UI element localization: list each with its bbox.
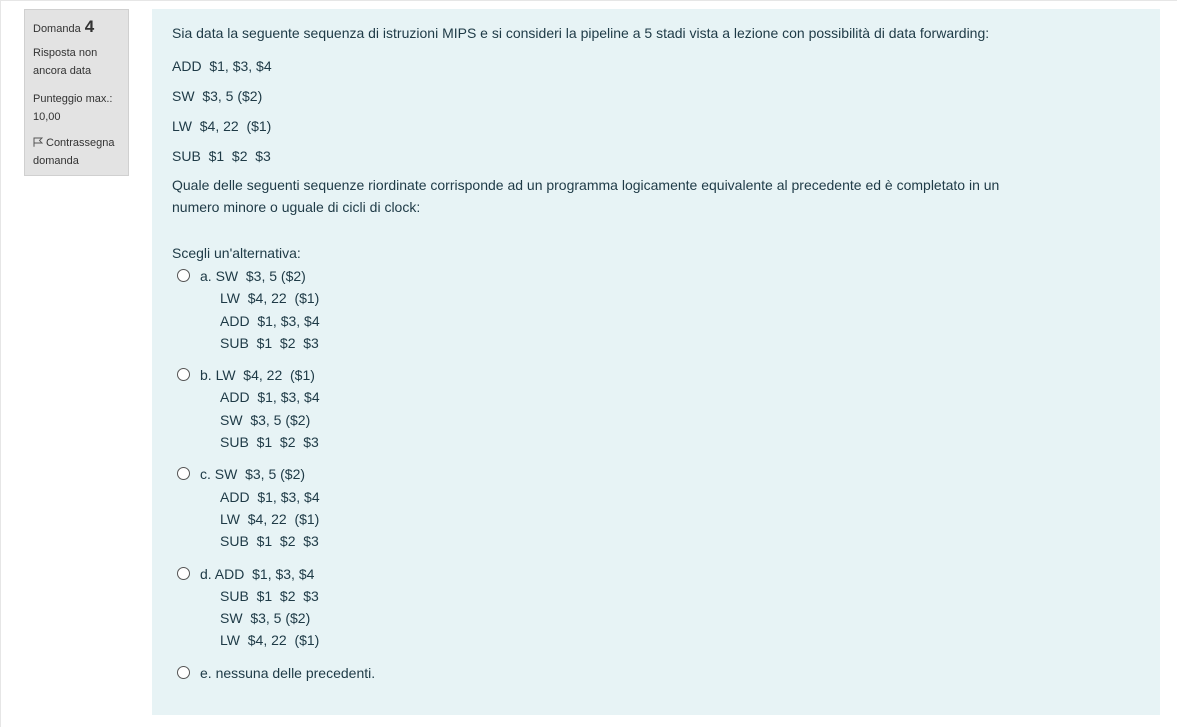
- option-a-radio[interactable]: [177, 269, 190, 282]
- question-body-line-1: Quale delle seguenti sequenze riordinate…: [172, 177, 1000, 193]
- grade-line-2: 10,00: [33, 111, 61, 123]
- question-intro: Sia data la seguente sequenza di istruzi…: [172, 25, 990, 41]
- flag-line-1: Contrassegna: [46, 137, 115, 149]
- option-line: SUB $1 $2 $3: [220, 434, 319, 451]
- option-e[interactable]: e. nessuna delle precedenti.: [177, 662, 1140, 684]
- option-line: LW $4, 22 ($1): [220, 510, 320, 527]
- option-e-text: e. nessuna delle precedenti.: [200, 662, 375, 684]
- option-line: e. nessuna delle precedenti.: [200, 664, 376, 681]
- grade-line-1: Punteggio max.:: [33, 93, 113, 105]
- option-c-text: c. SW $3, 5 ($2) ADD $1, $3, $4 LW $4, 2…: [200, 463, 320, 552]
- question-number-value: 4: [84, 17, 95, 36]
- question-state: Risposta non ancora data: [33, 44, 128, 80]
- option-b-text: b. LW $4, 22 ($1) ADD $1, $3, $4 SW $3, …: [200, 364, 320, 453]
- answer-prompt: Scegli un'alternativa:: [172, 245, 301, 261]
- instruction-line: SUB $1 $2 $3: [172, 148, 271, 164]
- quiz-page: Domanda 4 Risposta non ancora data Punte…: [0, 0, 1177, 727]
- option-b-radio[interactable]: [177, 368, 190, 382]
- option-b[interactable]: b. LW $4, 22 ($1) ADD $1, $3, $4 SW $3, …: [177, 364, 1140, 453]
- flag-question-button[interactable]: Contrassegna domanda: [33, 134, 128, 170]
- question-content: Sia data la seguente sequenza di istruzi…: [152, 9, 1160, 715]
- option-line: SUB $1 $2 $3: [220, 334, 319, 351]
- option-line: ADD $1, $3, $4: [220, 488, 320, 505]
- answer-options: a. SW $3, 5 ($2) LW $4, 22 ($1) ADD $1, …: [172, 265, 1140, 684]
- instruction-line: ADD $1, $3, $4: [172, 58, 272, 74]
- flag-line-2: domanda: [33, 155, 79, 167]
- question-body: Quale delle seguenti sequenze riordinate…: [172, 174, 1140, 218]
- option-line: SUB $1 $2 $3: [220, 587, 319, 604]
- option-d[interactable]: d. ADD $1, $3, $4 SUB $1 $2 $3 SW $3, 5 …: [177, 563, 1140, 652]
- option-line: LW $4, 22 ($1): [220, 632, 320, 649]
- option-line: ADD $1, $3, $4: [220, 312, 320, 329]
- option-line: a. SW $3, 5 ($2): [200, 268, 306, 284]
- option-e-radio[interactable]: [177, 665, 190, 679]
- state-line-1: Risposta non: [33, 47, 98, 59]
- instruction-line: SW $3, 5 ($2): [172, 88, 263, 104]
- question-body-line-2: numero minore o uguale di cicli di clock…: [172, 199, 421, 215]
- option-c-radio[interactable]: [177, 467, 190, 481]
- option-c[interactable]: c. SW $3, 5 ($2) ADD $1, $3, $4 LW $4, 2…: [177, 463, 1140, 552]
- question-grade: Punteggio max.: 10,00: [33, 90, 128, 126]
- option-line: d. ADD $1, $3, $4: [200, 565, 315, 582]
- option-d-text: d. ADD $1, $3, $4 SUB $1 $2 $3 SW $3, 5 …: [200, 563, 319, 652]
- option-a-text: a. SW $3, 5 ($2) LW $4, 22 ($1) ADD $1, …: [200, 265, 320, 354]
- option-line: SW $3, 5 ($2): [220, 610, 311, 627]
- question-number: Domanda 4: [33, 18, 128, 38]
- state-line-2: ancora data: [33, 65, 92, 77]
- option-d-radio[interactable]: [177, 566, 190, 580]
- question-label: Domanda: [33, 23, 81, 35]
- option-line: LW $4, 22 ($1): [220, 290, 320, 307]
- instruction-line: LW $4, 22 ($1): [172, 118, 272, 134]
- option-line: c. SW $3, 5 ($2): [200, 466, 306, 483]
- option-line: b. LW $4, 22 ($1): [200, 367, 315, 384]
- option-a[interactable]: a. SW $3, 5 ($2) LW $4, 22 ($1) ADD $1, …: [177, 265, 1140, 354]
- flag-icon: [33, 137, 43, 147]
- question-info-panel: Domanda 4 Risposta non ancora data Punte…: [24, 9, 129, 176]
- option-line: SUB $1 $2 $3: [220, 533, 319, 550]
- option-line: ADD $1, $3, $4: [220, 389, 320, 406]
- option-line: SW $3, 5 ($2): [220, 411, 311, 428]
- question-text: Sia data la seguente sequenza di istruzi…: [172, 21, 1140, 218]
